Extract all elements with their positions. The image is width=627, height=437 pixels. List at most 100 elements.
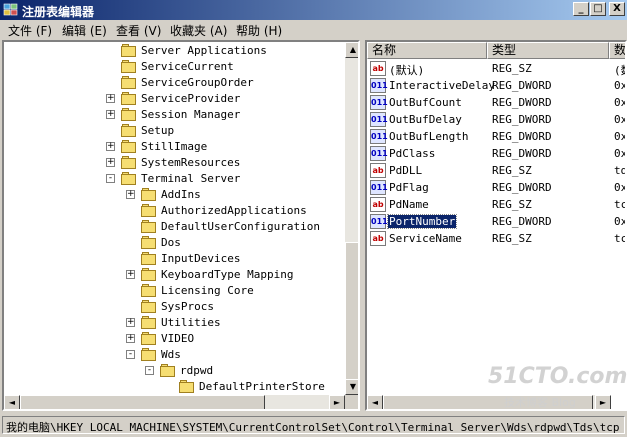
scroll-up-arrow-icon[interactable]: ▲: [345, 42, 358, 58]
tree-item[interactable]: DefaultPrinterStore: [4, 379, 344, 395]
binary-value-icon: 011: [370, 78, 388, 93]
title-bar[interactable]: 注册表编辑器 _ □ X: [0, 0, 627, 20]
scroll-left-arrow-icon[interactable]: ◄: [4, 395, 20, 409]
value-name[interactable]: PdClass: [388, 147, 436, 160]
value-name[interactable]: OutBufLength: [388, 130, 469, 143]
tree-item[interactable]: + Session Manager: [4, 107, 344, 123]
menu-favorites[interactable]: 收藏夹 (A): [170, 22, 227, 39]
tree-item[interactable]: Server Applications: [4, 43, 344, 59]
tree-item[interactable]: Licensing Core: [4, 283, 344, 299]
value-row[interactable]: 011 OutBufDelay REG_DWORD 0x: [369, 111, 625, 128]
tree-vertical-scrollbar[interactable]: ▲ ▼: [345, 42, 358, 395]
value-row[interactable]: 011 PdFlag REG_DWORD 0x: [369, 179, 625, 196]
tree-item-label: Setup: [141, 124, 175, 137]
tree-item-label: VIDEO: [161, 332, 195, 345]
menu-file[interactable]: 文件 (F): [8, 22, 52, 39]
string-value-icon: ab: [370, 163, 386, 178]
scroll-left-arrow-icon[interactable]: ◄: [367, 395, 383, 409]
tree-item[interactable]: + StillImage: [4, 139, 344, 155]
registry-editor-icon: [3, 3, 18, 16]
expand-icon[interactable]: +: [106, 94, 115, 103]
value-type: REG_SZ: [492, 62, 532, 75]
tree-item[interactable]: DefaultUserConfiguration: [4, 219, 344, 235]
value-name[interactable]: OutBufCount: [388, 96, 463, 109]
tree-item-label: InputDevices: [161, 252, 241, 265]
value-name[interactable]: (默认): [388, 62, 425, 78]
folder-icon: [121, 172, 137, 185]
value-type: REG_DWORD: [492, 130, 552, 143]
value-row[interactable]: ab ServiceName REG_SZ tc: [369, 230, 625, 247]
watermark-logo: 51CTO.com: [488, 364, 627, 389]
expand-icon[interactable]: +: [106, 142, 115, 151]
value-data: 0x: [614, 96, 627, 109]
column-header-name[interactable]: 名称: [367, 42, 487, 59]
tree-item[interactable]: + VIDEO: [4, 331, 344, 347]
value-name[interactable]: PdFlag: [388, 181, 430, 194]
tree-item[interactable]: + ServiceProvider: [4, 91, 344, 107]
folder-icon: [141, 268, 157, 281]
value-row[interactable]: 011 PortNumber REG_DWORD 0x: [369, 213, 625, 230]
expand-icon[interactable]: +: [126, 334, 135, 343]
tree-item[interactable]: ServiceCurrent: [4, 59, 344, 75]
expand-icon[interactable]: +: [126, 318, 135, 327]
tree-item[interactable]: - Terminal Server: [4, 171, 344, 187]
expand-icon[interactable]: +: [126, 270, 135, 279]
close-button[interactable]: X: [609, 2, 625, 16]
value-row[interactable]: ab(默认) REG_SZ (数: [369, 60, 625, 78]
column-header-type[interactable]: 类型: [487, 42, 609, 59]
key-tree-pane[interactable]: Server Applications ServiceCurrent Service…: [2, 40, 360, 411]
tree-item[interactable]: Dos: [4, 235, 344, 251]
value-name[interactable]: PortNumber: [386, 214, 458, 229]
collapse-icon[interactable]: -: [106, 174, 115, 183]
tree-scroll-thumb[interactable]: [345, 242, 358, 392]
value-row[interactable]: 011 InteractiveDelay REG_DWORD 0x: [369, 77, 625, 94]
tree-item[interactable]: - rdpwd: [4, 363, 344, 379]
scroll-right-arrow-icon[interactable]: ►: [329, 395, 345, 409]
tree-item[interactable]: Setup: [4, 123, 344, 139]
tree-item[interactable]: ServiceGroupOrder: [4, 75, 344, 91]
value-name[interactable]: PdName: [388, 198, 430, 211]
tree-item[interactable]: + SystemResources: [4, 155, 344, 171]
tree-horizontal-scrollbar[interactable]: ◄ ►: [4, 395, 345, 409]
tree-item[interactable]: AuthorizedApplications: [4, 203, 344, 219]
folder-icon: [121, 108, 137, 121]
maximize-button[interactable]: □: [590, 2, 606, 16]
tree-item-label: Licensing Core: [161, 284, 254, 297]
value-name[interactable]: OutBufDelay: [388, 113, 463, 126]
tree-item[interactable]: - Wds: [4, 347, 344, 363]
string-value-icon: ab: [370, 61, 386, 76]
value-row[interactable]: 011 PdClass REG_DWORD 0x: [369, 145, 625, 162]
scroll-right-arrow-icon[interactable]: ►: [595, 395, 611, 409]
watermark-subtitle: 技术博客 Blog: [504, 396, 576, 409]
scroll-down-arrow-icon[interactable]: ▼: [345, 379, 358, 395]
tree-item[interactable]: InputDevices: [4, 251, 344, 267]
value-row[interactable]: 011 OutBufCount REG_DWORD 0x: [369, 94, 627, 111]
expand-icon[interactable]: +: [106, 110, 115, 119]
expand-icon[interactable]: +: [106, 158, 115, 167]
minimize-button[interactable]: _: [573, 2, 589, 16]
menu-help[interactable]: 帮助 (H): [236, 22, 282, 39]
collapse-icon[interactable]: -: [126, 350, 135, 359]
values-list-pane[interactable]: 名称 类型 数 ab(默认)REG_SZ(数011InteractiveDela…: [365, 40, 627, 411]
value-name[interactable]: PdDLL: [388, 164, 423, 177]
menu-view[interactable]: 查看 (V): [116, 22, 161, 39]
tree-hscroll-thumb[interactable]: [20, 395, 265, 409]
tree-item[interactable]: SysProcs: [4, 299, 344, 315]
binary-value-icon: 011: [370, 112, 388, 127]
tree-item-label: Wds: [161, 348, 181, 361]
tree-item-label: Dos: [161, 236, 181, 249]
value-name[interactable]: InteractiveDelay: [388, 79, 496, 92]
value-row[interactable]: ab PdName REG_SZ tc: [369, 196, 625, 213]
expand-icon[interactable]: +: [126, 190, 135, 199]
collapse-icon[interactable]: -: [145, 366, 154, 375]
menu-edit[interactable]: 编辑 (E): [62, 22, 107, 39]
tree-item[interactable]: + KeyboardType Mapping: [4, 267, 344, 283]
tree-item[interactable]: + Utilities: [4, 315, 344, 331]
tree-item[interactable]: + AddIns: [4, 187, 344, 203]
column-header-data[interactable]: 数: [609, 42, 625, 59]
value-row[interactable]: 011 OutBufLength REG_DWORD 0x: [369, 128, 625, 145]
window-title: 注册表编辑器: [22, 5, 95, 19]
tree-item-label: DefaultUserConfiguration: [161, 220, 320, 233]
value-name[interactable]: ServiceName: [388, 232, 463, 245]
value-row[interactable]: ab PdDLL REG_SZ td: [369, 162, 625, 179]
